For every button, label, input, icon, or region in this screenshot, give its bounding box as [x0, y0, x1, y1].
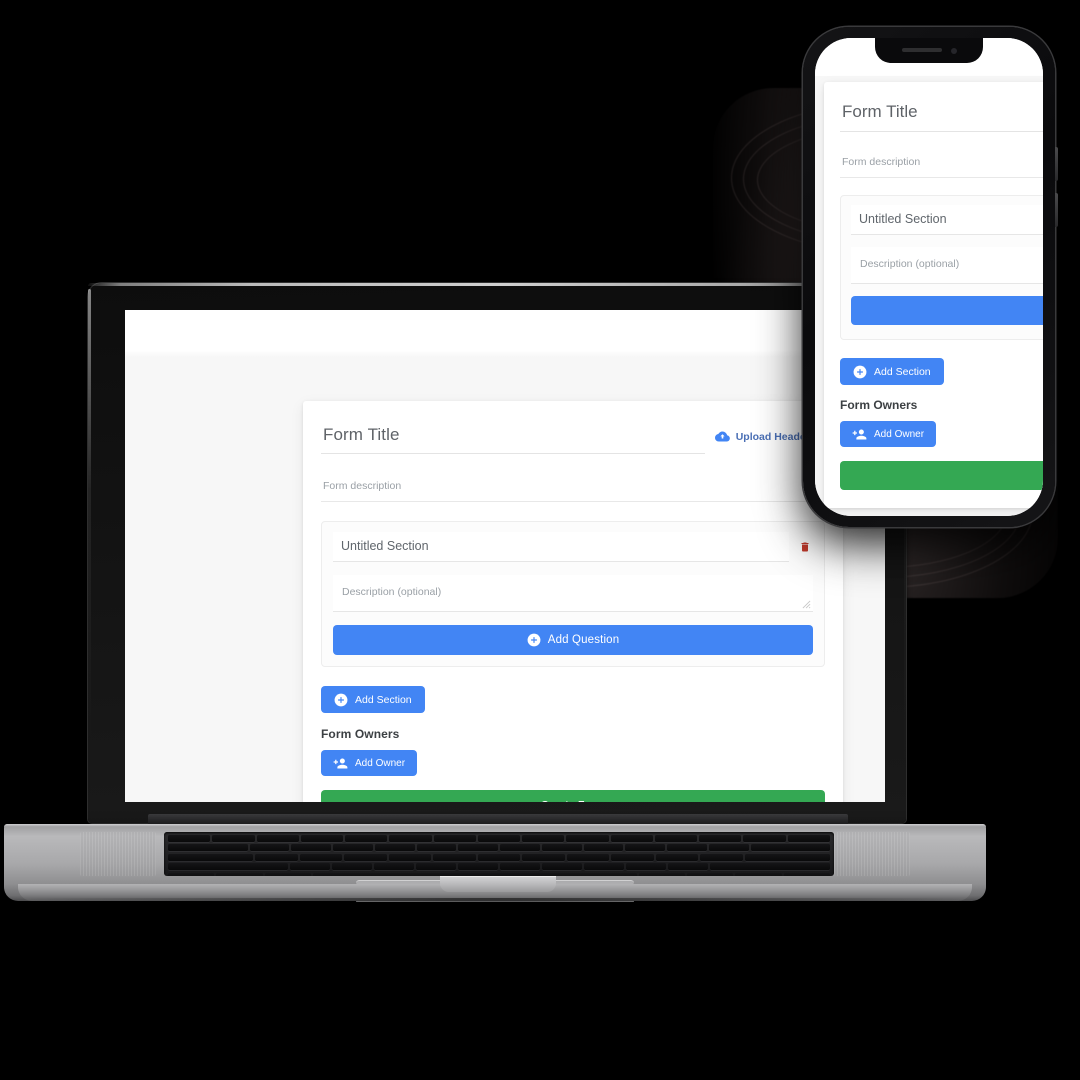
laptop-speaker-left	[80, 832, 156, 876]
person-add-icon	[852, 429, 867, 439]
add-question-button[interactable]: Add Question	[333, 625, 813, 655]
add-owner-label: Add Owner	[355, 757, 406, 769]
laptop-base-top-strip	[4, 824, 986, 827]
add-question-label: Add Question	[547, 634, 620, 646]
laptop-open-notch	[440, 876, 556, 892]
form-description-input[interactable]: Form description	[321, 480, 825, 502]
phone-add-section-label: Add Section	[874, 365, 931, 378]
person-add-icon	[333, 758, 348, 768]
keyboard-row	[164, 844, 834, 851]
phone-earpiece-speaker	[902, 48, 942, 52]
phone-volume-up-button[interactable]	[1055, 147, 1058, 181]
phone-device: Form Title Form description Untitled Sec…	[803, 27, 1058, 527]
laptop-speaker-right	[834, 832, 910, 876]
textarea-resize-handle[interactable]	[802, 600, 811, 609]
section-name-input[interactable]: Untitled Section	[333, 532, 789, 562]
trash-icon[interactable]	[799, 540, 811, 554]
form-section-card: Untitled Section Description (optional)	[321, 521, 825, 667]
create-form-button[interactable]: Create Form	[321, 790, 825, 802]
keyboard-row	[164, 834, 834, 842]
laptop-base	[4, 824, 986, 902]
cloud-upload-icon	[714, 431, 730, 442]
laptop-drop-shadow	[20, 898, 970, 916]
phone-create-form-button[interactable]	[840, 461, 1043, 490]
phone-notch	[875, 38, 983, 63]
phone-add-owner-label: Add Owner	[874, 428, 925, 440]
phone-add-question-button[interactable]	[851, 296, 1043, 325]
phone-form-section-card: Untitled Section Description (optional)	[840, 195, 1043, 340]
laptop-keyboard[interactable]	[164, 832, 834, 876]
phone-add-section-button[interactable]: Add Section	[840, 358, 944, 385]
keyboard-row	[164, 853, 834, 861]
add-section-button[interactable]: Add Section	[321, 686, 425, 713]
laptop-lid: Form Title Upload Header Im Form descrip…	[88, 283, 906, 823]
form-title-input[interactable]: Form Title	[321, 423, 705, 454]
laptop-screen: Form Title Upload Header Im Form descrip…	[125, 310, 885, 802]
phone-screen: Form Title Form description Untitled Sec…	[815, 38, 1043, 516]
plus-circle-icon	[853, 365, 867, 378]
form-title-row: Form Title Upload Header Im	[321, 423, 825, 454]
plus-circle-icon	[527, 633, 541, 647]
create-form-label: Create Form	[541, 799, 605, 802]
keyboard-row	[164, 863, 834, 870]
section-description-input[interactable]: Description (optional)	[333, 575, 813, 612]
add-section-label: Add Section	[355, 693, 412, 706]
laptop-lid-left-edge	[88, 289, 91, 789]
browser-toolbar[interactable]	[125, 310, 885, 358]
form-builder-card: Form Title Upload Header Im Form descrip…	[303, 401, 843, 802]
section-header-row: Untitled Section	[333, 532, 813, 562]
phone-form-description-input[interactable]: Form description	[840, 156, 1043, 178]
phone-add-owner-button[interactable]: Add Owner	[840, 421, 937, 447]
phone-front-camera	[951, 47, 957, 54]
add-owner-button[interactable]: Add Owner	[321, 750, 418, 776]
phone-section-name-input[interactable]: Untitled Section	[851, 205, 1043, 235]
phone-form-owners-heading: Form Owners	[840, 398, 918, 412]
phone-section-description-input[interactable]: Description (optional)	[851, 247, 1043, 284]
phone-form-builder-card: Form Title Form description Untitled Sec…	[824, 82, 1043, 508]
form-owners-heading: Form Owners	[321, 727, 400, 741]
section-description-text: Description (optional)	[342, 586, 442, 598]
plus-circle-icon	[334, 693, 348, 706]
phone-form-title-input[interactable]: Form Title	[840, 102, 1043, 132]
phone-volume-down-button[interactable]	[1055, 193, 1058, 227]
scene: Form Title Upload Header Im Form descrip…	[0, 0, 1080, 1080]
laptop-lid-highlight	[88, 283, 906, 286]
